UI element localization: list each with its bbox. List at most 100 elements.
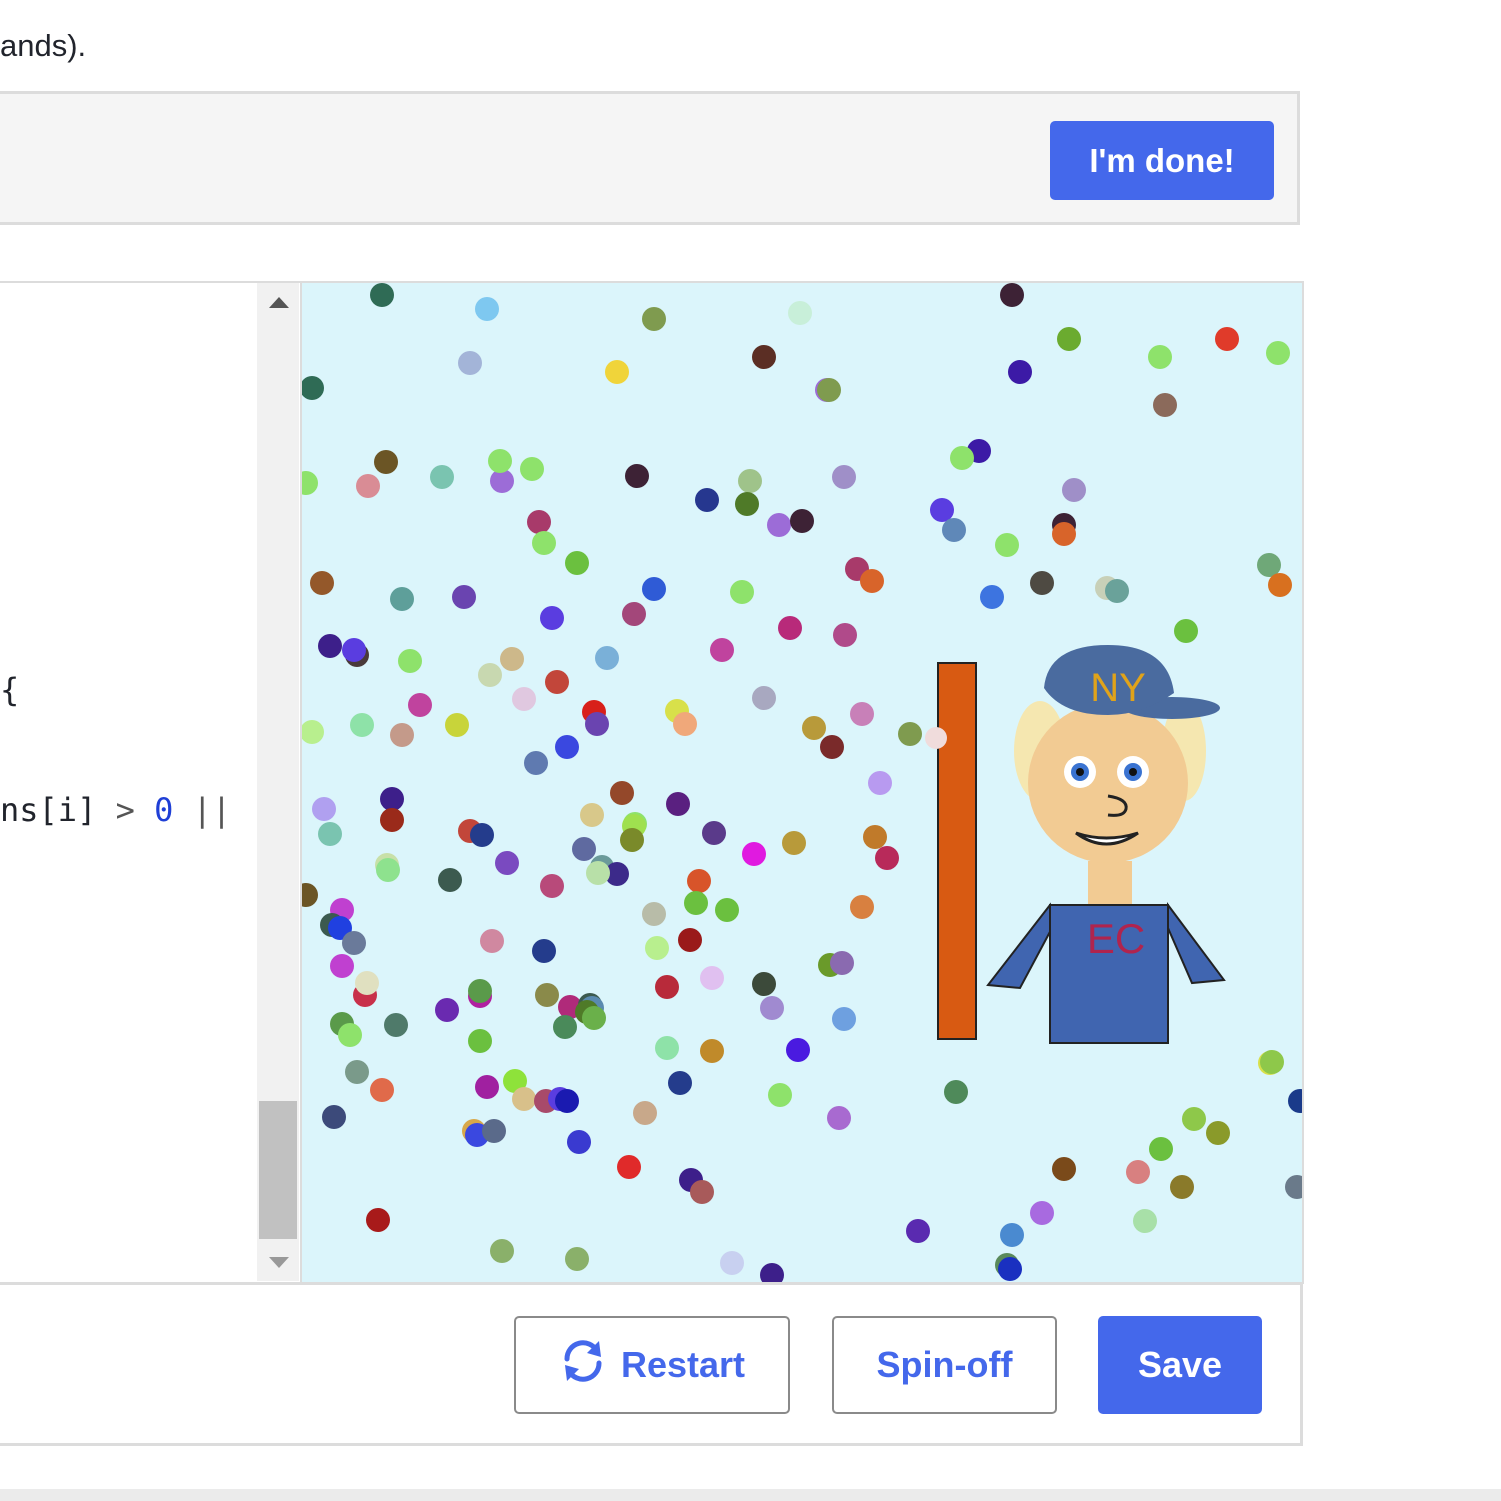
confetti-dot xyxy=(342,931,366,955)
confetti-dot xyxy=(520,457,544,481)
confetti-dot xyxy=(482,1119,506,1143)
confetti-dot xyxy=(995,533,1019,557)
confetti-dot xyxy=(1030,1201,1054,1225)
confetti-dot xyxy=(310,571,334,595)
canvas-drawing: EC NY xyxy=(302,283,1302,1282)
confetti-dot xyxy=(302,376,324,400)
confetti-dot xyxy=(1126,1160,1150,1184)
code-editor[interactable]: { ns[i] > 0 || xyxy=(0,281,300,1282)
confetti-dot xyxy=(495,851,519,875)
confetti-dot xyxy=(572,837,596,861)
confetti-dot xyxy=(655,1036,679,1060)
confetti-dot xyxy=(860,569,884,593)
confetti-dot xyxy=(790,509,814,533)
confetti-dot xyxy=(752,686,776,710)
confetti-dot xyxy=(742,842,766,866)
right-arm xyxy=(1167,901,1226,985)
confetti-dot xyxy=(668,1071,692,1095)
confetti-dot xyxy=(527,510,551,534)
confetti-dot xyxy=(370,1078,394,1102)
confetti-dot xyxy=(445,713,469,737)
cap-label: NY xyxy=(1090,666,1146,710)
restart-button[interactable]: Restart xyxy=(514,1316,790,1414)
code-brace: { xyxy=(0,671,20,709)
left-pupil-center xyxy=(1076,768,1084,776)
confetti-dot xyxy=(565,1247,589,1271)
confetti-dot xyxy=(735,492,759,516)
output-canvas[interactable]: EC NY xyxy=(300,281,1304,1284)
confetti-dot xyxy=(1285,1175,1302,1199)
confetti-dot xyxy=(942,518,966,542)
confetti-dot xyxy=(1153,393,1177,417)
confetti-dot xyxy=(1052,1157,1076,1181)
confetti-dot xyxy=(605,360,629,384)
confetti-dot xyxy=(490,1239,514,1263)
confetti-dot xyxy=(390,587,414,611)
instructions-text: ands). xyxy=(0,28,87,63)
confetti-dot xyxy=(1148,345,1172,369)
confetti-dot xyxy=(366,1208,390,1232)
confetti-dot xyxy=(710,638,734,662)
confetti-dot xyxy=(567,1130,591,1154)
confetti-dot xyxy=(655,975,679,999)
confetti-dot xyxy=(1206,1121,1230,1145)
confetti-dot xyxy=(398,649,422,673)
confetti-dot xyxy=(545,670,569,694)
confetti-dot xyxy=(430,465,454,489)
editor-scrollbar[interactable] xyxy=(257,283,299,1281)
spin-off-button[interactable]: Spin-off xyxy=(832,1316,1057,1414)
confetti-dot xyxy=(595,646,619,670)
scroll-thumb[interactable] xyxy=(259,1101,297,1239)
save-button[interactable]: Save xyxy=(1098,1316,1262,1414)
confetti-dot xyxy=(850,702,874,726)
confetti-dot xyxy=(898,722,922,746)
confetti-dot xyxy=(586,861,610,885)
confetti-dot xyxy=(1000,1223,1024,1247)
confetti-dot xyxy=(322,1105,346,1129)
confetti-dot xyxy=(302,720,324,744)
confetti-dot xyxy=(687,869,711,893)
confetti-dot xyxy=(645,936,669,960)
confetti-dot xyxy=(832,465,856,489)
confetti-dot xyxy=(480,929,504,953)
confetti-dot xyxy=(1133,1209,1157,1233)
confetti-dot xyxy=(778,616,802,640)
confetti-dot xyxy=(555,735,579,759)
confetti-dot xyxy=(875,846,899,870)
confetti-dot xyxy=(642,307,666,331)
confetti-dot xyxy=(768,1083,792,1107)
confetti-dot xyxy=(715,898,739,922)
confetti-dot xyxy=(350,713,374,737)
confetti-dot xyxy=(678,928,702,952)
confetti-dot xyxy=(625,464,649,488)
im-done-button[interactable]: I'm done! xyxy=(1050,121,1274,200)
code-or-operator: || xyxy=(192,791,232,829)
confetti-dot xyxy=(470,823,494,847)
confetti-dot xyxy=(767,513,791,537)
confetti-dot xyxy=(532,939,556,963)
confetti-dot xyxy=(524,751,548,775)
restart-icon xyxy=(559,1337,607,1394)
scroll-down-arrow-icon[interactable] xyxy=(269,1257,289,1268)
confetti-dot xyxy=(1105,579,1129,603)
confetti-dot xyxy=(820,735,844,759)
confetti-dot xyxy=(370,283,394,307)
confetti-dot xyxy=(1052,522,1076,546)
code-number: 0 xyxy=(154,791,174,829)
confetti-dot xyxy=(565,551,589,575)
confetti-dot xyxy=(475,1075,499,1099)
confetti-dot xyxy=(752,345,776,369)
confetti-dot xyxy=(620,828,644,852)
shirt-label: EC xyxy=(1087,915,1145,962)
confetti-dot xyxy=(1268,573,1292,597)
confetti-dot xyxy=(673,712,697,736)
confetti-dot xyxy=(535,983,559,1007)
confetti-dot xyxy=(468,1029,492,1053)
confetti-dot xyxy=(355,971,379,995)
scroll-up-arrow-icon[interactable] xyxy=(269,297,289,308)
confetti-dot xyxy=(302,883,318,907)
confetti-dot xyxy=(760,1263,784,1282)
confetti-dot xyxy=(633,1101,657,1125)
confetti-dot xyxy=(438,868,462,892)
confetti-dot xyxy=(356,474,380,498)
